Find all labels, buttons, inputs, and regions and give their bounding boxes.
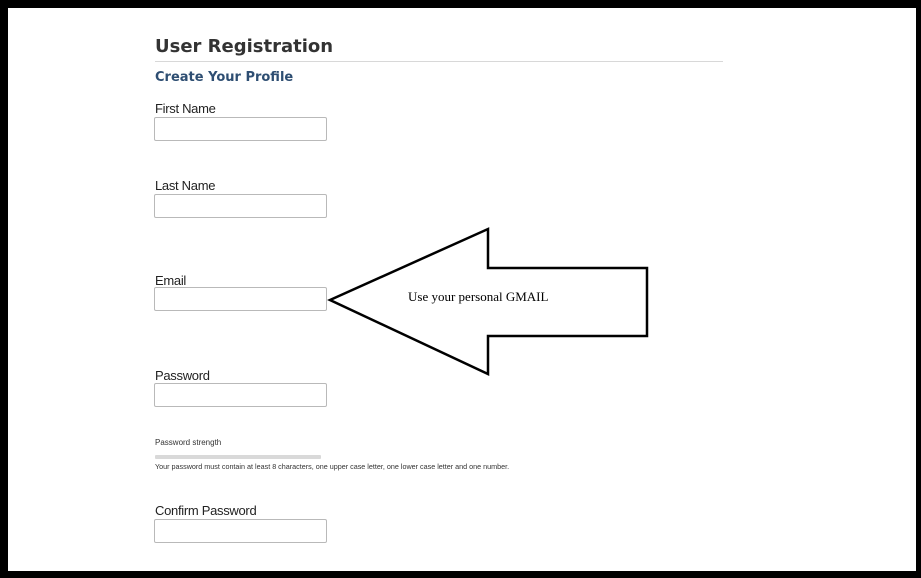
password-strength-label: Password strength — [155, 438, 222, 447]
title-divider — [155, 61, 723, 62]
password-label: Password — [155, 368, 210, 383]
password-input[interactable] — [154, 383, 327, 407]
page-title: User Registration — [155, 36, 334, 57]
annotation-text: Use your personal GMAIL — [408, 289, 549, 304]
confirm-password-input[interactable] — [154, 519, 327, 543]
confirm-password-label: Confirm Password — [155, 503, 257, 518]
email-input[interactable] — [154, 287, 327, 311]
password-strength-meter — [155, 455, 321, 459]
registration-page: User Registration Create Your Profile Fi… — [0, 0, 921, 578]
last-name-input[interactable] — [154, 194, 327, 218]
last-name-label: Last Name — [155, 178, 216, 193]
first-name-input[interactable] — [154, 117, 327, 141]
password-requirements-hint: Your password must contain at least 8 ch… — [155, 462, 510, 471]
first-name-label: First Name — [155, 101, 216, 116]
email-label: Email — [155, 273, 187, 288]
section-subtitle: Create Your Profile — [155, 70, 294, 85]
